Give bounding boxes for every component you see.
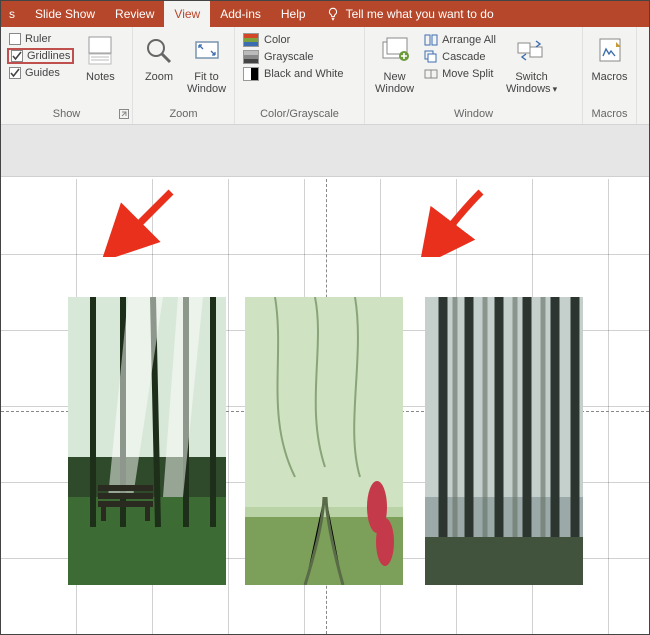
bw-button[interactable]: Black and White <box>241 67 345 81</box>
tell-me-search[interactable]: Tell me what you want to do <box>316 7 494 21</box>
switch-windows-icon <box>516 33 548 69</box>
chevron-down-icon: ▾ <box>553 84 558 94</box>
move-split-icon <box>424 67 438 81</box>
group-colorgray: Color Grayscale Black and White Color/Gr… <box>235 27 365 124</box>
tab-slideshow[interactable]: Slide Show <box>25 1 105 27</box>
cascade-icon <box>424 50 438 64</box>
group-macros-label: Macros <box>591 108 627 120</box>
tab-addins[interactable]: Add-ins <box>210 1 271 27</box>
cascade-button[interactable]: Cascade <box>424 50 496 64</box>
group-show: Ruler Gridlines Guides Notes Show <box>1 27 133 124</box>
group-window: NewWindow Arrange All Cascade Move Split <box>365 27 583 124</box>
tab-help[interactable]: Help <box>271 1 316 27</box>
lightbulb-icon <box>326 7 340 21</box>
macros-button[interactable]: Macros <box>589 31 630 83</box>
grayscale-swatch-icon <box>243 50 259 64</box>
notes-button[interactable]: Notes <box>80 31 120 83</box>
color-swatch-icon <box>243 33 259 47</box>
move-split-button[interactable]: Move Split <box>424 67 496 81</box>
group-zoom-label: Zoom <box>169 108 197 120</box>
tab-view[interactable]: View <box>164 1 210 27</box>
magnifier-icon <box>144 33 174 69</box>
checkbox-ruler[interactable]: Ruler <box>7 33 74 45</box>
ribbon: Ruler Gridlines Guides Notes Show <box>1 27 649 125</box>
checkbox-gridlines[interactable]: Gridlines <box>7 48 74 64</box>
macros-icon <box>596 33 624 69</box>
tab-review[interactable]: Review <box>105 1 164 27</box>
bw-swatch-icon <box>243 67 259 81</box>
new-window-icon <box>380 33 410 69</box>
switch-windows-button[interactable]: SwitchWindows▾ <box>502 31 561 95</box>
grayscale-button[interactable]: Grayscale <box>241 50 345 64</box>
arrange-icon <box>424 33 438 47</box>
ribbon-tabs: s Slide Show Review View Add-ins Help Te… <box>1 1 649 27</box>
new-window-button[interactable]: NewWindow <box>371 31 418 95</box>
group-show-label: Show <box>53 108 81 120</box>
foggy-track-photo[interactable] <box>245 297 403 585</box>
fit-window-icon <box>192 33 222 69</box>
checkbox-guides[interactable]: Guides <box>7 67 74 79</box>
group-macros: Macros Macros <box>583 27 637 124</box>
fit-window-button[interactable]: Fit toWindow <box>185 31 228 95</box>
notes-icon <box>86 33 114 69</box>
park-bench-photo[interactable] <box>68 297 226 585</box>
group-colorgray-label: Color/Grayscale <box>260 108 339 120</box>
zoom-button[interactable]: Zoom <box>139 31 179 83</box>
color-button[interactable]: Color <box>241 33 345 47</box>
group-window-label: Window <box>454 108 493 120</box>
annotation-arrow-left <box>91 187 181 257</box>
tell-me-label: Tell me what you want to do <box>346 7 494 21</box>
group-zoom: Zoom Fit toWindow Zoom <box>133 27 235 124</box>
misty-forest-photo[interactable] <box>425 297 583 585</box>
ribbon-substrip <box>1 125 649 177</box>
dialog-launcher-icon[interactable] <box>119 109 129 119</box>
annotation-arrow-right <box>401 187 491 257</box>
arrange-all-button[interactable]: Arrange All <box>424 33 496 47</box>
tab-truncated[interactable]: s <box>5 1 25 27</box>
slide-canvas[interactable] <box>1 179 649 634</box>
